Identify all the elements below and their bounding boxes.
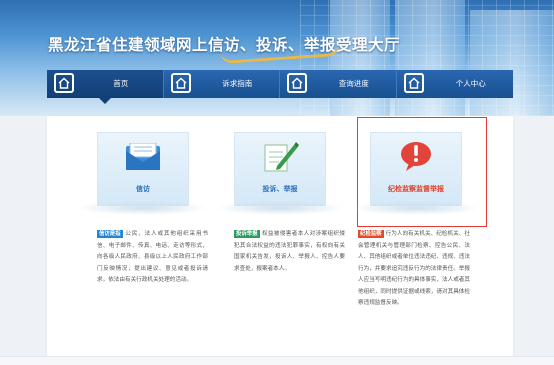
desc-letters: 信访是指 公民、法人或其他组织采用书信、电子邮件、传真、电话、走访等形式，向各级人… xyxy=(97,229,208,287)
home-icon xyxy=(170,73,191,93)
card-caption-discipline: 纪检监察监督举报 xyxy=(388,185,444,193)
tag-letters: 信访是指 xyxy=(97,230,123,238)
desc-discipline: 纪检监察 行为人向有关机关、纪检机关、社会管理机关与管理部门检察、控告公民、法人、… xyxy=(358,229,470,310)
nav-item-home[interactable]: 首页 xyxy=(47,70,164,104)
home-icon xyxy=(403,73,424,93)
card-letters[interactable]: 信访 xyxy=(78,132,208,215)
desc-text-discipline: 行为人向有关机关、纪检机关、社会管理机关与管理部门检察、控告公民、法人、其他组织… xyxy=(358,231,470,306)
nav-label-home: 首页 xyxy=(113,79,129,88)
card-discipline[interactable]: 纪检监察监督举报 xyxy=(351,132,481,215)
envelope-icon xyxy=(125,142,161,175)
desc-complaint: 投诉举报 权益被侵害者本人对涉案组织侵犯其合法权益的违法犯罪事实，有权向有关国家机… xyxy=(234,229,345,275)
alert-bubble-icon xyxy=(399,140,433,176)
card-caption-complaint: 投诉、举报 xyxy=(262,185,298,193)
page: 黑龙江省住建领域网上信访、投诉、举报受理大厅 首页 诉求指南 查询进度 个人中心… xyxy=(0,0,554,365)
tag-discipline: 纪检监察 xyxy=(358,230,384,238)
header-banner: 黑龙江省住建领域网上信访、投诉、举报受理大厅 首页 诉求指南 查询进度 个人中心 xyxy=(0,0,554,116)
card-caption-letters: 信访 xyxy=(136,185,150,193)
main-content: 信访 投诉、举报 纪检监察监督举报 信访是指 公民、法人或其他组织采用书信、电子… xyxy=(47,116,513,356)
pen-paper-icon xyxy=(263,139,299,177)
home-icon xyxy=(54,73,74,93)
active-caret xyxy=(98,98,111,104)
nav-item-personal[interactable]: 个人中心 xyxy=(396,70,513,98)
main-nav: 首页 诉求指南 查询进度 个人中心 xyxy=(47,70,513,104)
nav-label-guide: 诉求指南 xyxy=(222,79,253,88)
nav-item-progress[interactable]: 查询进度 xyxy=(280,70,397,98)
nav-label-personal: 个人中心 xyxy=(455,79,486,88)
tag-complaint: 投诉举报 xyxy=(234,230,260,238)
footer-strip xyxy=(0,356,554,365)
home-icon xyxy=(287,73,307,93)
card-complaint[interactable]: 投诉、举报 xyxy=(215,132,345,215)
nav-label-progress: 查询进度 xyxy=(338,79,369,88)
nav-item-guide[interactable]: 诉求指南 xyxy=(163,70,280,98)
desc-text-letters: 公民、法人或其他组织采用书信、电子邮件、传真、电话、走访等形式，向各级人民政府、… xyxy=(97,231,208,283)
